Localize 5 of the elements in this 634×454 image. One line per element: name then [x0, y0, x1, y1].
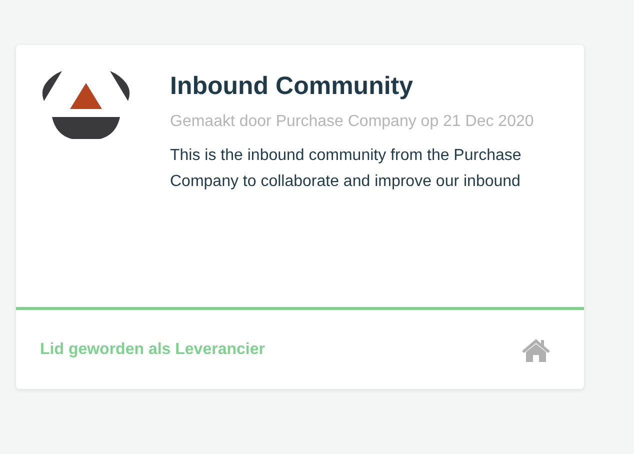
card-description: This is the inbound community from the Purchase Company to collaborate and improve our inbound — [170, 146, 522, 192]
home-icon[interactable] — [522, 338, 550, 362]
join-link[interactable]: Lid geworden als Leverancier — [40, 338, 265, 362]
card-meta: Gemaakt door Purchase Company op 21 Dec 2020 — [170, 112, 535, 132]
card-title: Inbound Community — [170, 71, 414, 102]
